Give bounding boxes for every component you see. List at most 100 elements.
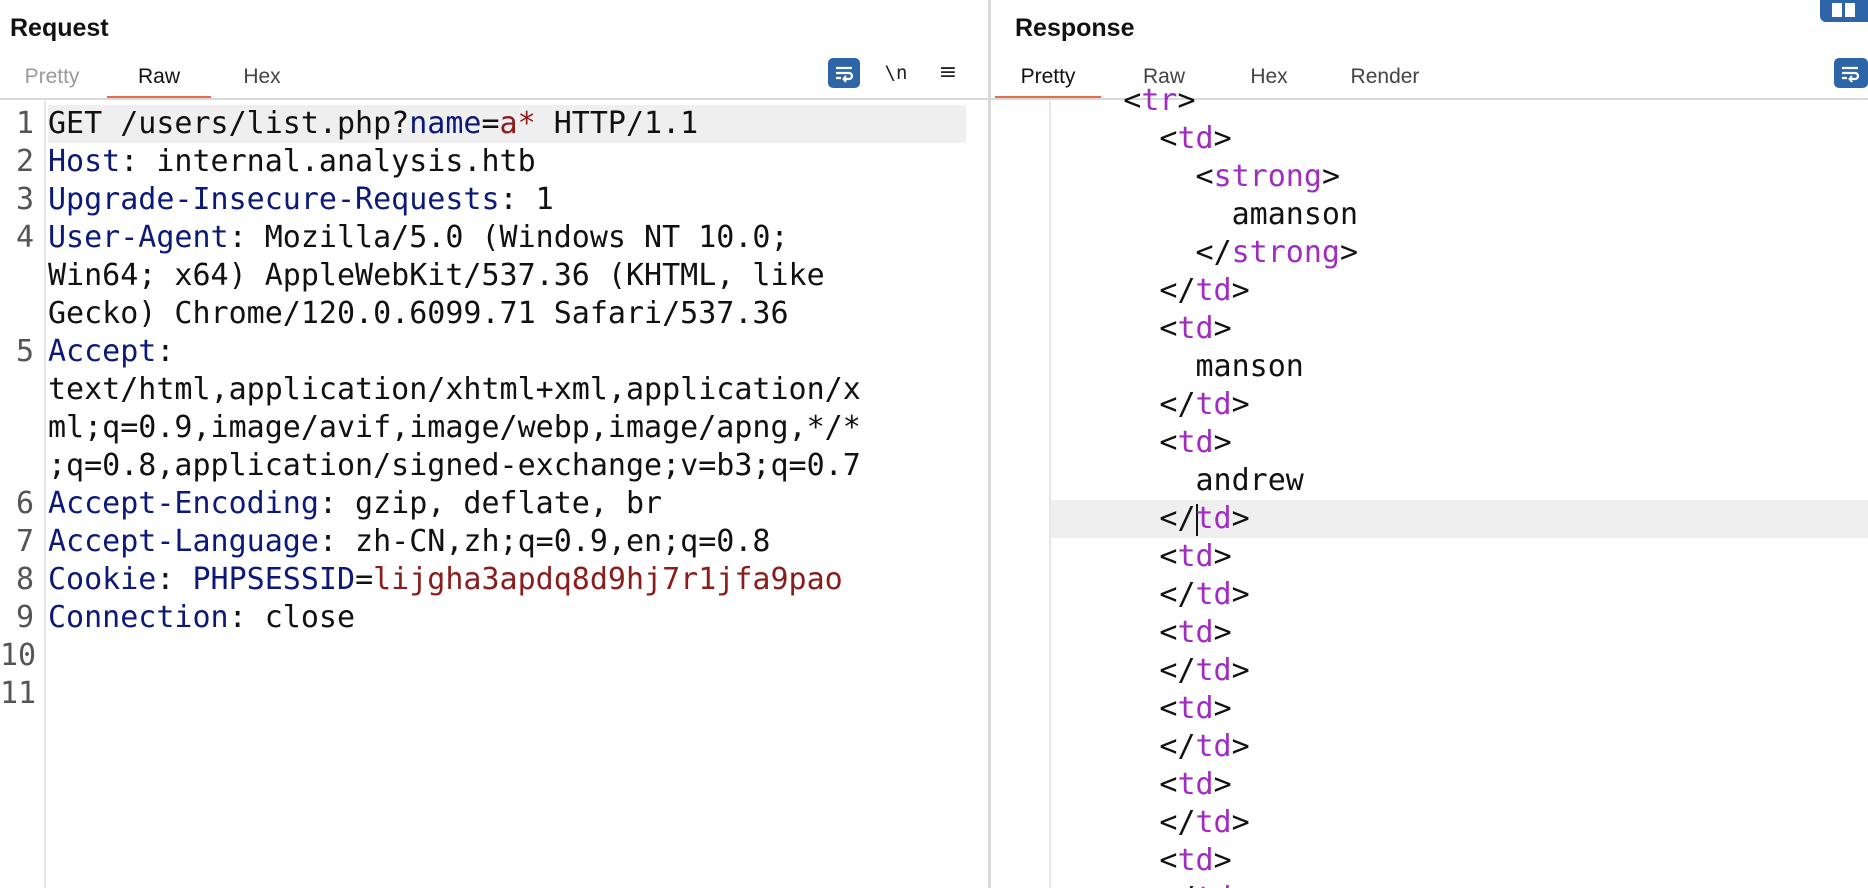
response-line[interactable]: </strong>: [1051, 234, 1868, 272]
code-text: =: [355, 562, 374, 597]
header-name: Host: [48, 144, 121, 179]
code-text: : zh-CN,zh;q=0.9,en;q=0.8: [318, 524, 771, 559]
tab-request-raw[interactable]: Raw: [107, 62, 211, 100]
tab-request-hex[interactable]: Hex: [238, 62, 286, 96]
html-tag-name: td: [1196, 881, 1232, 888]
request-line-numbers: 1 2 3 4 5 6 7 8 9 10 11: [0, 105, 36, 713]
response-line[interactable]: </td>: [1051, 500, 1868, 538]
request-line[interactable]: Upgrade-Insecure-Requests: 1: [48, 181, 966, 219]
wrap-lines-icon[interactable]: [828, 58, 860, 88]
html-tag-name: strong: [1231, 235, 1340, 270]
response-line[interactable]: <tr>: [1051, 82, 1868, 120]
html-tag-name: td: [1195, 729, 1232, 764]
line-number: 3: [15, 182, 34, 217]
request-line[interactable]: Host: internal.analysis.htb: [48, 143, 966, 181]
html-tag-name: td: [1177, 539, 1214, 574]
response-line[interactable]: <strong>: [1051, 158, 1868, 196]
code-text: HTTP/1.1: [535, 106, 699, 141]
code-text: GET /users/list.php?: [48, 106, 410, 141]
html-tag-name: td: [1195, 805, 1232, 840]
request-line[interactable]: ml;q=0.9,image/avif,image/webp,image/apn…: [48, 409, 966, 447]
response-line[interactable]: <td>: [1051, 538, 1868, 576]
response-line[interactable]: amanson: [1051, 196, 1868, 234]
response-line[interactable]: manson: [1051, 348, 1868, 386]
param-value: lijgha3apdq8d9hj7r1jfa9pao: [373, 562, 843, 597]
response-line[interactable]: <td>: [1051, 120, 1868, 158]
request-line[interactable]: Win64; x64) AppleWebKit/537.36 (KHTML, l…: [48, 257, 966, 295]
html-tag-name: td: [1177, 691, 1214, 726]
response-line[interactable]: <td>: [1051, 614, 1868, 652]
response-title: Response: [1015, 14, 1135, 42]
html-tag-name: tr: [1141, 83, 1178, 118]
line-number: 7: [15, 524, 34, 559]
request-line[interactable]: Accept:: [48, 333, 966, 371]
request-line[interactable]: Accept-Language: zh-CN,zh;q=0.9,en;q=0.8: [48, 523, 966, 561]
html-tag-name: td: [1195, 577, 1232, 612]
html-tag-name: td: [1177, 311, 1214, 346]
request-line[interactable]: Cookie: PHPSESSID=lijgha3apdq8d9hj7r1jfa…: [48, 561, 966, 599]
request-line[interactable]: text/html,application/xhtml+xml,applicat…: [48, 371, 966, 409]
header-name: Cookie: [48, 562, 157, 597]
request-line[interactable]: GET /users/list.php?name=a* HTTP/1.1: [48, 105, 966, 143]
newline-icon[interactable]: \n: [880, 58, 912, 88]
response-line[interactable]: <td>: [1051, 310, 1868, 348]
header-name: Accept-Language: [48, 524, 319, 559]
response-line[interactable]: <td>: [1051, 842, 1868, 880]
menu-icon[interactable]: ≡: [932, 58, 964, 88]
line-number: 4: [15, 220, 34, 255]
request-editor[interactable]: 1 2 3 4 5 6 7 8 9 10 11 GET /users/list.php?name=a…: [0, 101, 988, 888]
response-line[interactable]: </td>: [1051, 652, 1868, 690]
request-line[interactable]: [48, 637, 966, 675]
html-tag-name: td: [1195, 273, 1232, 308]
code-text: : internal.analysis.htb: [120, 144, 536, 179]
response-line[interactable]: </td>: [1051, 804, 1868, 842]
cell-text: andrew: [1195, 463, 1304, 498]
line-number: 6: [15, 486, 34, 521]
request-pane: Request Pretty Raw Hex \n ≡ 1 2 3 4 5 6 7 8 9 10 1…: [0, 0, 988, 888]
response-line[interactable]: <td>: [1051, 424, 1868, 462]
html-tag-name: td: [1177, 843, 1214, 878]
response-pane: Response Pretty Raw Hex Render <tr> <td>…: [991, 0, 1868, 888]
response-line[interactable]: </td>: [1051, 386, 1868, 424]
response-line-gutter: [991, 101, 1051, 888]
cell-text: amanson: [1231, 197, 1359, 232]
html-tag-name: td: [1177, 121, 1214, 156]
line-number: 2: [15, 144, 34, 179]
html-tag-name: td: [1177, 767, 1214, 802]
response-line[interactable]: andrew: [1051, 462, 1868, 500]
code-text: : Mozilla/5.0 (Windows NT 10.0;: [228, 220, 789, 255]
response-line[interactable]: </td>: [1051, 880, 1868, 888]
html-tag-name: td: [1177, 425, 1214, 460]
request-line[interactable]: Accept-Encoding: gzip, deflate, br: [48, 485, 966, 523]
line-number: [0, 447, 34, 485]
html-tag-name: td: [1195, 387, 1232, 422]
line-number: 1: [15, 106, 34, 141]
request-line[interactable]: Connection: close: [48, 599, 966, 637]
response-editor[interactable]: <tr> <td> <strong> amanson </strong> </t…: [991, 83, 1868, 888]
header-name: name: [409, 106, 482, 141]
code-text: : 1: [499, 182, 554, 217]
response-line[interactable]: <td>: [1051, 690, 1868, 728]
request-code[interactable]: GET /users/list.php?name=a* HTTP/1.1 Host…: [48, 105, 966, 713]
line-number: [0, 295, 34, 333]
code-text: : close: [228, 600, 356, 635]
html-tag-name: td: [1177, 615, 1214, 650]
header-name: Connection: [48, 600, 229, 635]
response-line[interactable]: </td>: [1051, 272, 1868, 310]
tab-request-pretty[interactable]: Pretty: [20, 62, 84, 96]
request-line[interactable]: ;q=0.8,application/signed-exchange;v=b3;…: [48, 447, 966, 485]
request-title: Request: [10, 14, 109, 42]
code-text: Gecko) Chrome/120.0.6099.71 Safari/537.3…: [48, 296, 789, 331]
response-line[interactable]: </td>: [1051, 576, 1868, 614]
cell-text: manson: [1195, 349, 1304, 384]
response-code[interactable]: <tr> <td> <strong> amanson </strong> </t…: [1051, 82, 1868, 888]
line-number: [0, 371, 34, 409]
header-name: Accept: [48, 334, 157, 369]
request-line[interactable]: User-Agent: Mozilla/5.0 (Windows NT 10.0…: [48, 219, 966, 257]
request-line[interactable]: [48, 675, 966, 713]
response-line[interactable]: <td>: [1051, 766, 1868, 804]
response-line[interactable]: </td>: [1051, 728, 1868, 766]
layout-icon[interactable]: [1820, 0, 1868, 22]
html-tag-name: td: [1195, 653, 1232, 688]
request-line[interactable]: Gecko) Chrome/120.0.6099.71 Safari/537.3…: [48, 295, 966, 333]
